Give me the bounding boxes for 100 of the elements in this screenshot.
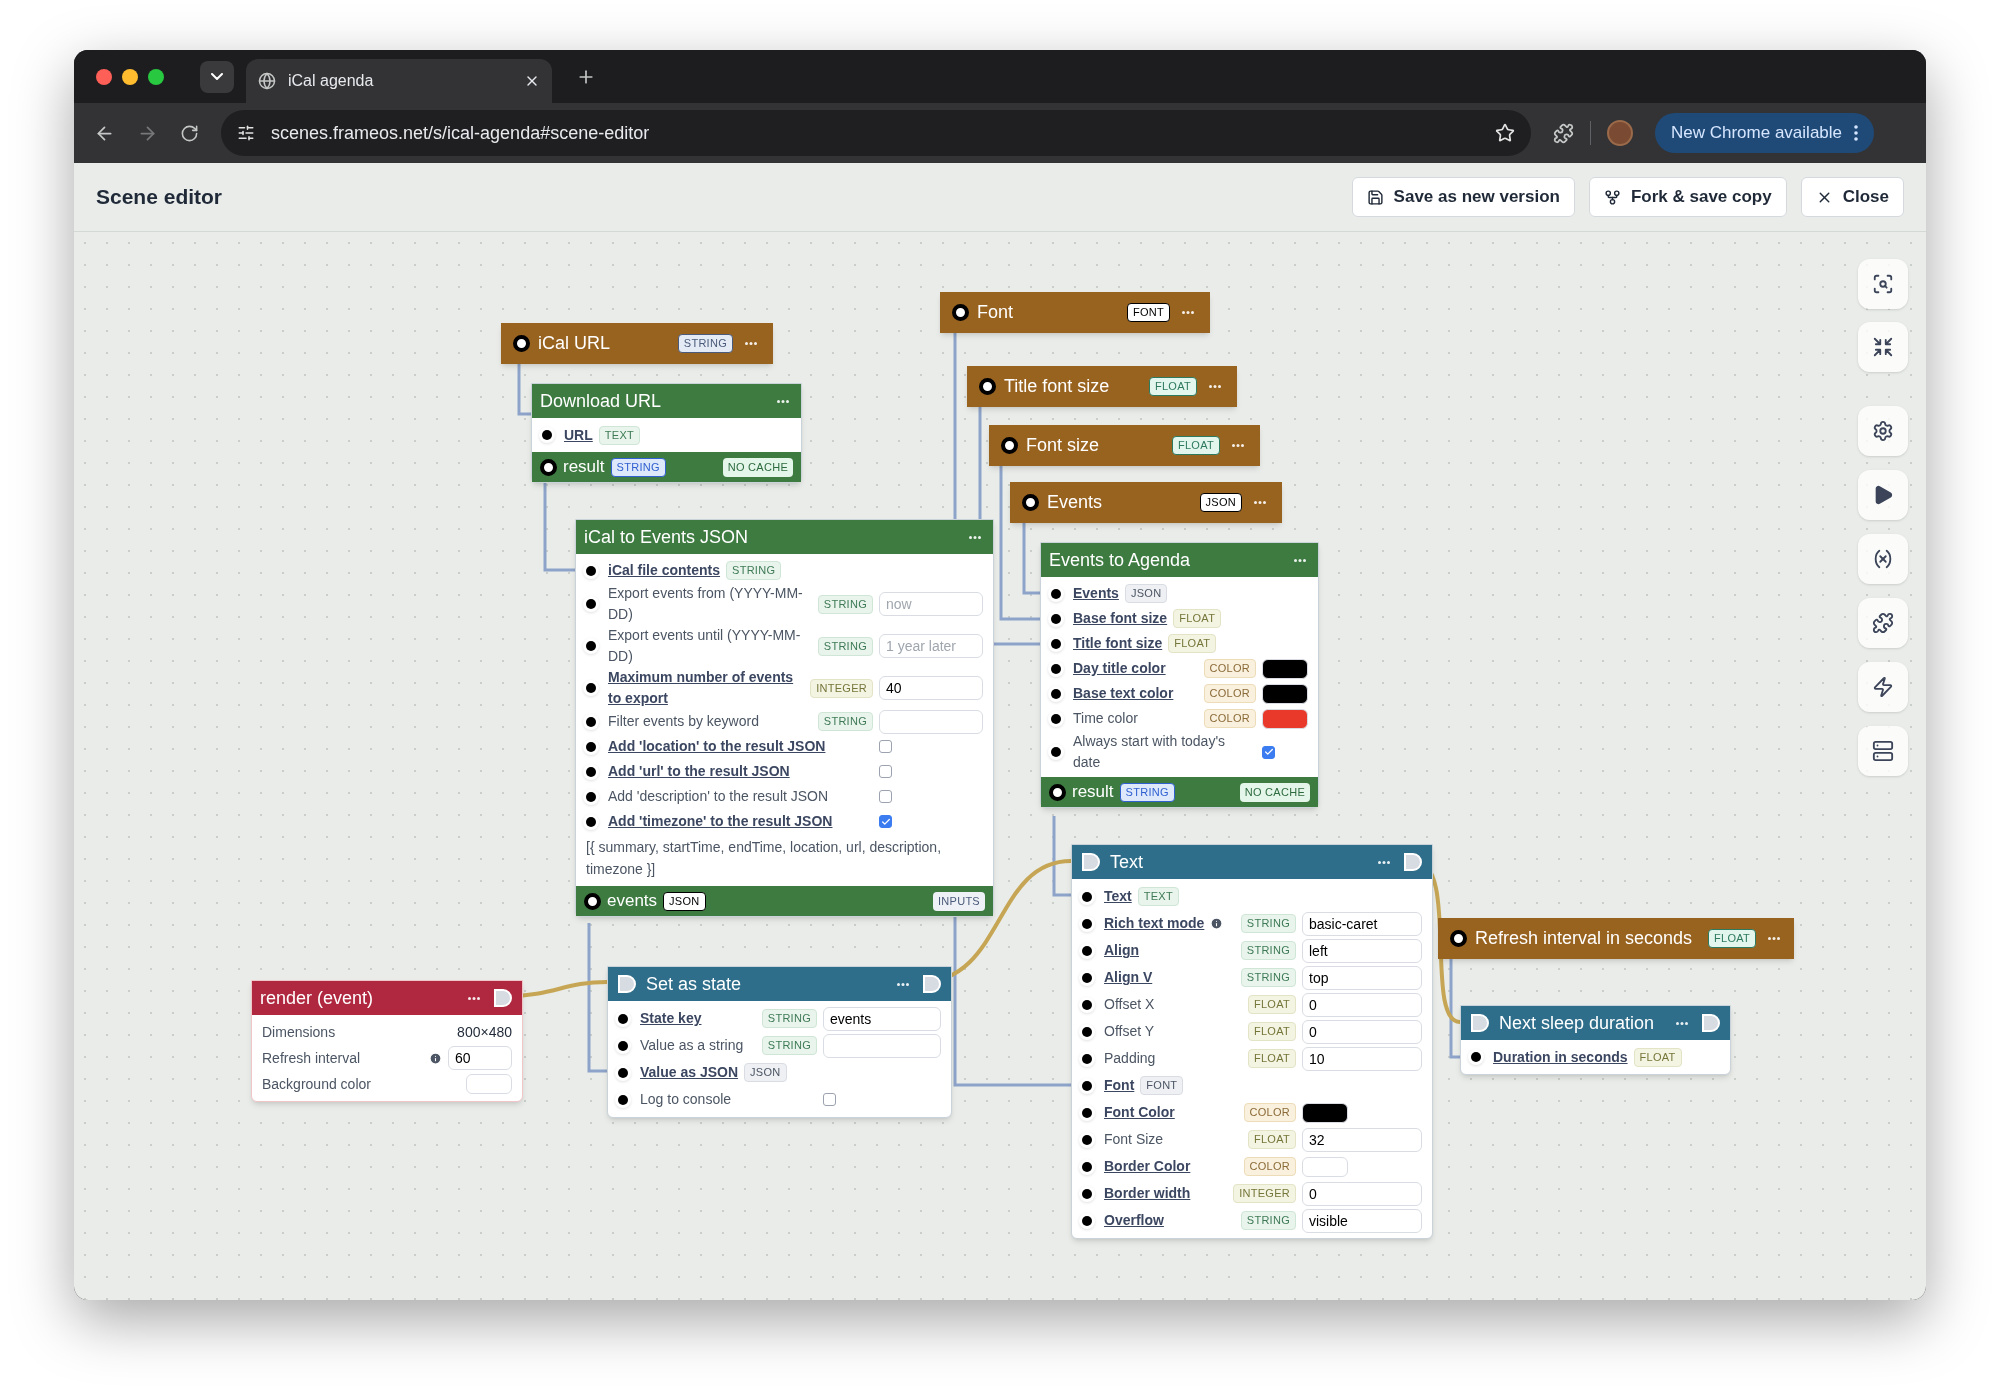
field-link[interactable]: Align V <box>1104 967 1153 988</box>
input-port[interactable] <box>1082 1107 1092 1118</box>
node-header[interactable]: iCal to Events JSON <box>576 520 993 554</box>
port-handle[interactable] <box>1450 930 1467 947</box>
port-handle[interactable] <box>540 458 557 476</box>
value-node[interactable]: Events JSON <box>1010 482 1282 523</box>
color-swatch[interactable] <box>1262 658 1308 679</box>
port-handle[interactable] <box>584 892 601 910</box>
input-port[interactable] <box>1082 1215 1092 1226</box>
color-swatch[interactable] <box>1302 1156 1348 1177</box>
tab-search-button[interactable] <box>200 60 234 93</box>
input-port[interactable] <box>1051 613 1061 624</box>
field-link[interactable]: Base font size <box>1073 608 1168 629</box>
input-port[interactable] <box>1051 747 1061 757</box>
reload-icon[interactable] <box>180 123 199 143</box>
value-node[interactable]: Refresh interval in seconds FLOAT <box>1438 918 1794 959</box>
input-port[interactable] <box>1051 588 1061 599</box>
input-port[interactable] <box>1082 891 1092 902</box>
zoom-window-button[interactable] <box>148 68 164 85</box>
value-input[interactable]: left <box>1302 938 1422 963</box>
close-window-button[interactable] <box>96 68 112 85</box>
checkbox[interactable] <box>1262 745 1275 759</box>
input-port[interactable] <box>586 683 596 693</box>
node-card[interactable]: Events to Agenda Events JSON Base font size FLOAT Title font size FLOAT Day title color COLOR Base text color COLOR Time color COLOR Always start with today's date result STRING NO CACHE <box>1040 542 1319 808</box>
node-header[interactable]: Text <box>1072 845 1432 879</box>
value-node[interactable]: Font FONT <box>940 292 1210 333</box>
node-card[interactable]: Next sleep duration Duration in seconds FLOAT <box>1460 1005 1731 1075</box>
port-handle[interactable] <box>1001 437 1018 454</box>
input-port[interactable] <box>586 816 596 827</box>
value-input[interactable]: 10 <box>1302 1046 1422 1071</box>
info-icon[interactable] <box>1210 917 1224 930</box>
field-link[interactable]: Rich text mode <box>1104 913 1205 934</box>
field-link[interactable]: URL <box>564 424 593 446</box>
zoom-button[interactable] <box>1858 259 1908 309</box>
value-input[interactable]: now <box>879 592 983 616</box>
header-button[interactable]: Save as new version <box>1351 177 1575 217</box>
flow-port-icon[interactable] <box>1469 1012 1491 1034</box>
input-port[interactable] <box>618 1094 628 1105</box>
input-port[interactable] <box>1051 688 1061 699</box>
header-button[interactable]: Fork & save copy <box>1588 177 1787 217</box>
flow-port-icon[interactable] <box>492 987 514 1009</box>
field-link[interactable]: Font Color <box>1104 1102 1175 1123</box>
node-header[interactable]: render (event) <box>252 981 522 1015</box>
color-swatch[interactable] <box>1302 1102 1348 1123</box>
info-icon[interactable] <box>429 1051 442 1065</box>
node-card[interactable] <box>575 519 994 917</box>
field-link[interactable]: Overflow <box>1104 1210 1164 1231</box>
checkbox[interactable] <box>879 815 892 828</box>
input-port[interactable] <box>586 599 596 609</box>
node-card[interactable]: Set as state State key STRING events Value as a string STRING Value as JSON JSON Log to console <box>607 966 952 1118</box>
field-link[interactable]: Add 'location' to the result JSON <box>608 736 826 757</box>
storage-button[interactable] <box>1858 726 1908 776</box>
value-input[interactable]: basic-caret <box>1302 911 1422 936</box>
field-link[interactable]: Value as JSON <box>640 1062 739 1083</box>
port-handle[interactable] <box>979 378 996 395</box>
value-input[interactable]: top <box>1302 965 1422 990</box>
port-handle[interactable] <box>1049 783 1066 801</box>
field-link[interactable]: Events <box>1073 583 1119 604</box>
input-port[interactable] <box>586 565 596 576</box>
input-port[interactable] <box>618 1013 628 1024</box>
input-port[interactable] <box>1082 918 1092 929</box>
checkbox[interactable] <box>879 765 892 778</box>
value-input[interactable] <box>879 709 983 734</box>
header-button[interactable]: Close <box>1800 177 1904 217</box>
input-port[interactable] <box>586 641 596 651</box>
input-port[interactable] <box>1082 945 1092 956</box>
variables-button[interactable] <box>1858 534 1908 584</box>
input-port[interactable] <box>586 791 596 802</box>
extensions-icon[interactable] <box>1553 122 1574 144</box>
input-port[interactable] <box>1051 638 1061 649</box>
input-port[interactable] <box>618 1067 628 1078</box>
value-input[interactable]: events <box>823 1006 941 1031</box>
input-port[interactable] <box>586 716 596 727</box>
node-header[interactable]: Next sleep duration <box>1461 1006 1730 1040</box>
field-link[interactable]: Duration in seconds <box>1493 1046 1628 1068</box>
input-port[interactable] <box>1471 1052 1481 1062</box>
settings-button[interactable] <box>1858 406 1908 456</box>
value-node[interactable]: Title font size FLOAT <box>967 366 1237 407</box>
events-button[interactable] <box>1858 662 1908 712</box>
field-link[interactable]: Title font size <box>1073 633 1163 654</box>
apps-button[interactable] <box>1858 598 1908 648</box>
field-link[interactable]: Base text color <box>1073 683 1174 704</box>
field-link[interactable]: State key <box>640 1008 702 1029</box>
checkbox[interactable] <box>879 740 892 753</box>
color-swatch[interactable] <box>1262 683 1308 704</box>
profile-avatar[interactable] <box>1607 120 1633 146</box>
flow-port-icon[interactable] <box>921 973 943 995</box>
address-bar[interactable]: scenes.frameos.net/s/ical-agenda#scene-editor <box>221 110 1531 156</box>
field-link[interactable]: Add 'url' to the result JSON <box>608 761 790 782</box>
node-header[interactable]: Set as state <box>608 967 951 1001</box>
value-input[interactable]: 40 <box>879 676 983 700</box>
checkbox[interactable] <box>879 790 892 803</box>
input-port[interactable] <box>1082 1161 1092 1172</box>
value-node[interactable]: iCal URL STRING <box>501 323 773 364</box>
field-link[interactable]: Maximum number of events to export <box>608 667 801 709</box>
value-input[interactable]: 1 year later <box>879 634 983 658</box>
value-input[interactable] <box>823 1033 941 1058</box>
bookmark-star-icon[interactable] <box>1495 123 1515 143</box>
value-node[interactable]: Font size FLOAT <box>989 425 1260 466</box>
value-input[interactable]: 0 <box>1302 1019 1422 1044</box>
